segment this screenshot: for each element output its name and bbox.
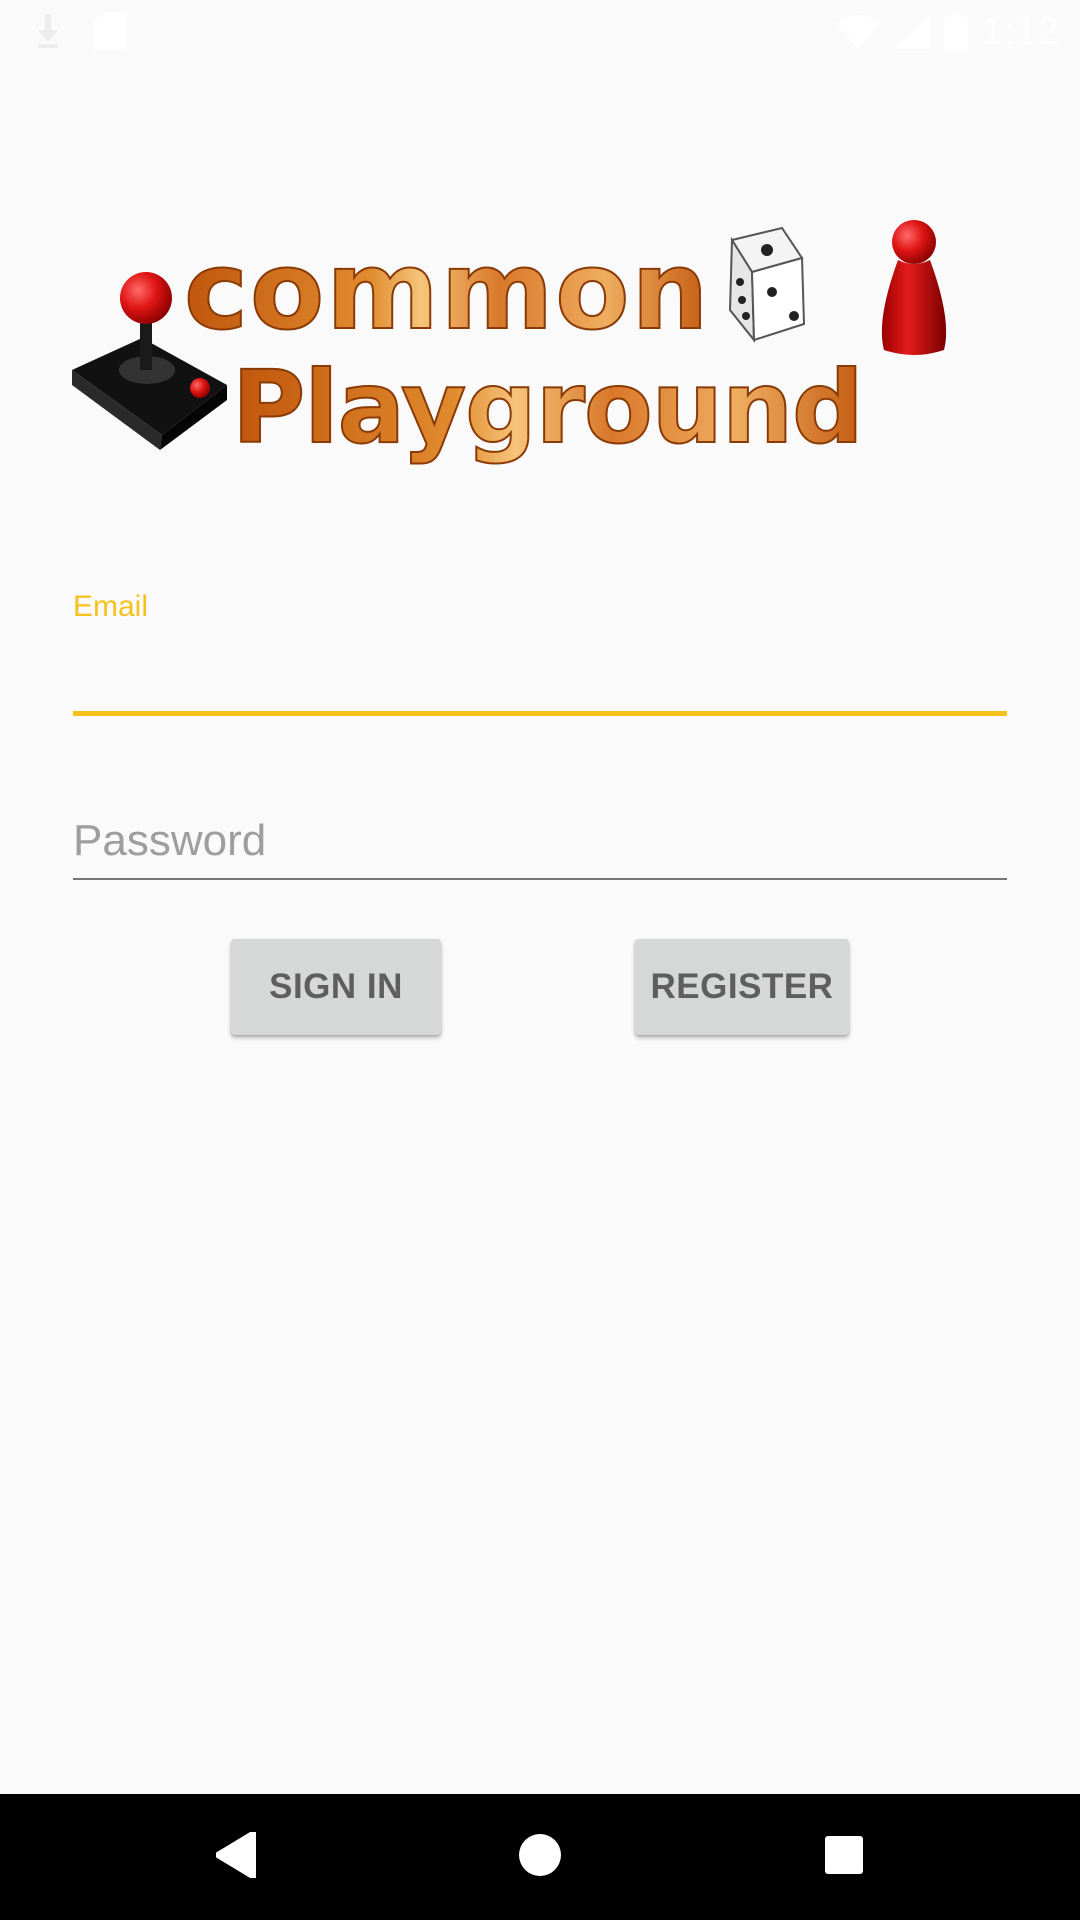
signal-icon [894,15,931,49]
status-time: 1:12 [982,11,1060,53]
home-button[interactable] [480,1794,600,1920]
password-field[interactable] [73,810,1007,872]
recents-button[interactable] [784,1794,904,1920]
status-bar: 1:12 [0,0,1080,63]
back-button[interactable] [176,1794,296,1920]
svg-text:common: common [184,229,710,354]
back-icon [214,1829,256,1883]
sign-in-button[interactable]: SIGN IN [231,939,441,1035]
home-icon [518,1833,562,1882]
email-label: Email [73,590,149,623]
pawn-icon [881,220,947,355]
download-icon [38,14,58,48]
dice-icon [728,226,806,343]
navigation-bar [0,1794,1080,1920]
battery-icon [944,13,969,51]
email-field[interactable] [73,628,1007,688]
sd-card-icon [94,12,126,50]
recents-icon [824,1835,864,1880]
wifi-icon [836,15,881,49]
svg-text:Playground: Playground [232,349,863,466]
email-underline [73,711,1007,716]
register-button[interactable]: REGISTER [635,939,849,1035]
app-logo: common Playground [72,220,988,470]
password-underline [73,878,1007,880]
